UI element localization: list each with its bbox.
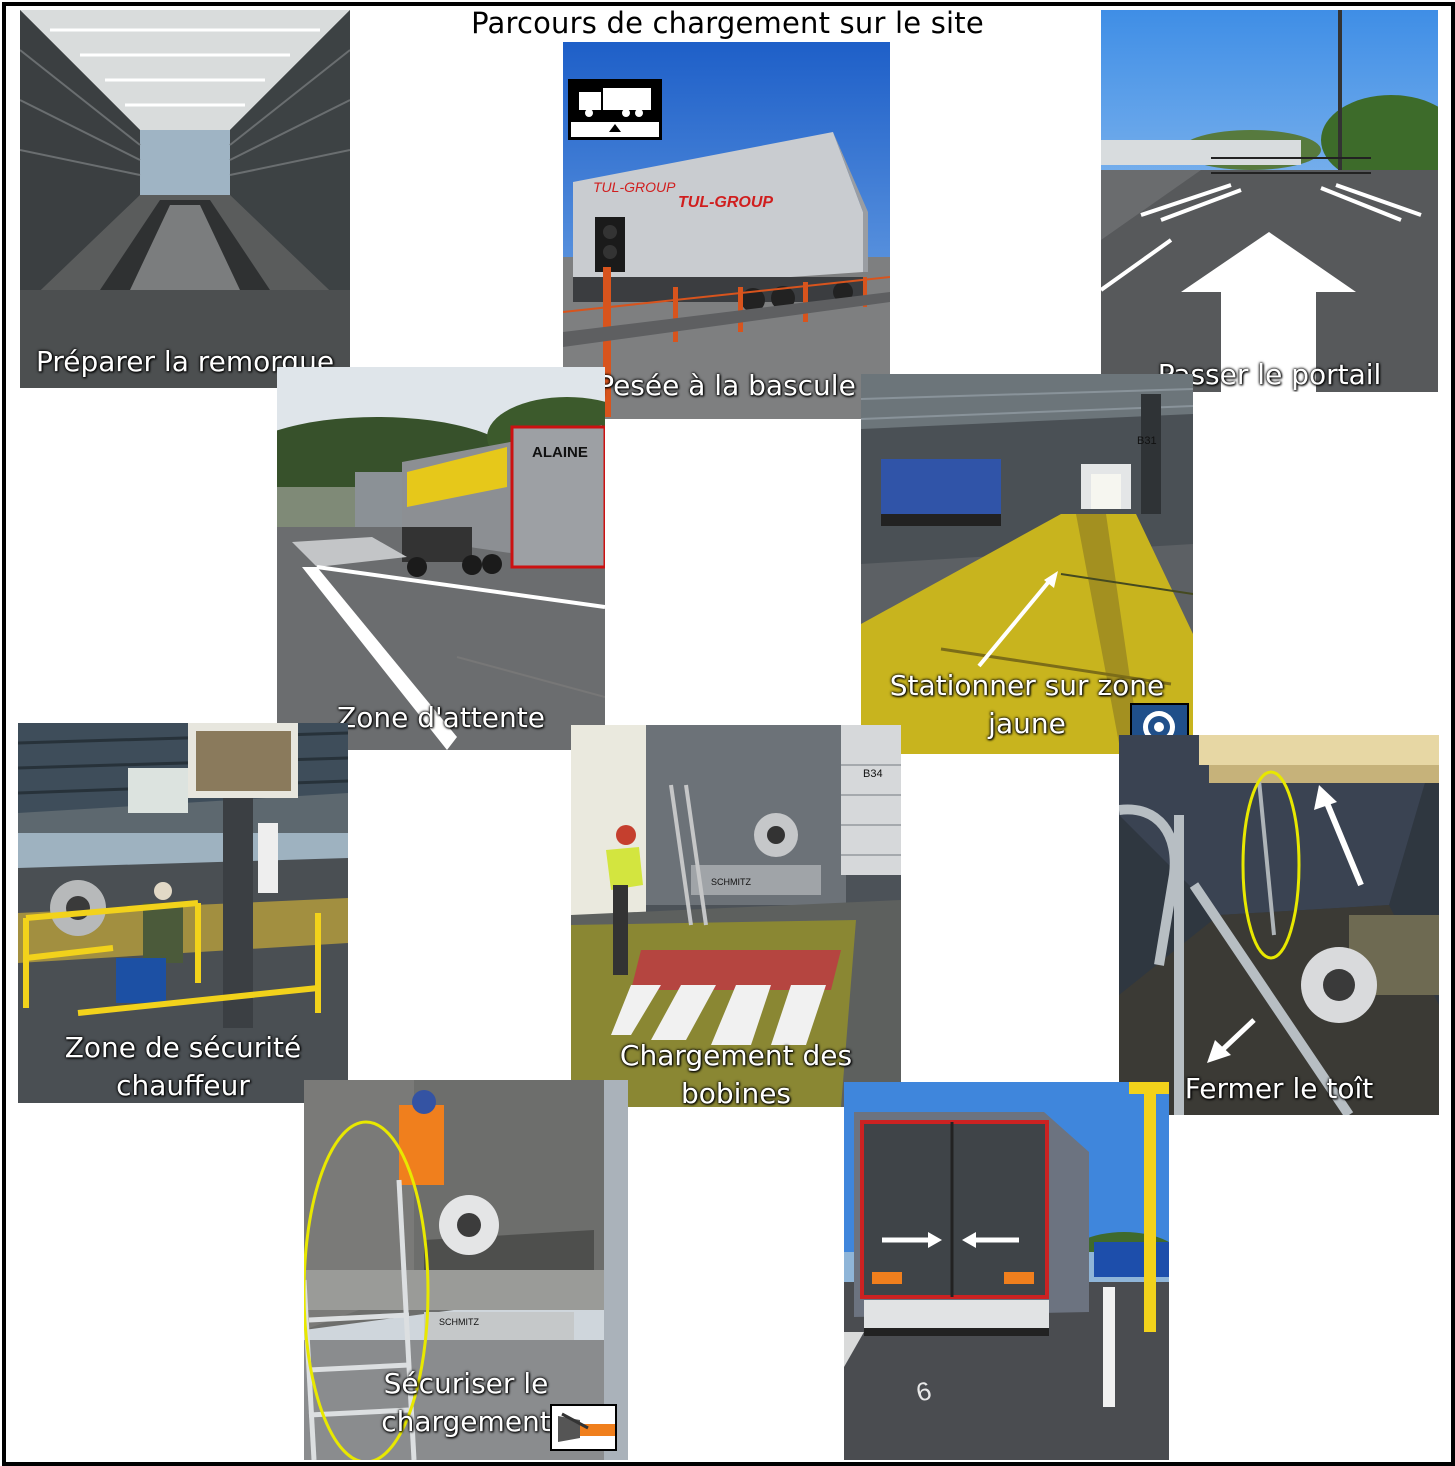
ratchet-strap-icon [550, 1404, 617, 1451]
truck-plate: SCHMITZ [711, 877, 751, 887]
truck-lettering: TUL-GROUP [593, 179, 676, 195]
weighbridge-icon [568, 79, 662, 140]
photo-stationner-zone-jaune: B31 Stationner sur zone jaune [861, 374, 1193, 754]
truck-lettering: ALAINE [532, 444, 588, 461]
caption-pesee: Pesée à la bascule [597, 369, 856, 402]
photo-preparer-remorque: Préparer la remorque [20, 10, 350, 388]
photo-zone-securite-chauffeur: Zone de sécurité chauffeur [18, 723, 348, 1103]
photo-pesee-bascule: TUL-GROUP TUL-GROUP Pesée à la bascule [563, 42, 890, 419]
caption-securite: Zone de sécurité chauffeur [64, 1031, 302, 1102]
photo-fermeture-portes: 6 [844, 1082, 1169, 1460]
photo-chargement-bobines: B34 SCHMITZ Chargement des bobines [571, 725, 901, 1107]
truck-plate: SCHMITZ [439, 1317, 479, 1327]
bay-sign: B34 [863, 768, 883, 780]
bay-sign: B31 [1137, 435, 1157, 447]
truck-lettering-large: TUL-GROUP [678, 194, 773, 211]
photo-fermer-toit: Fermer le toît [1119, 735, 1439, 1115]
photo-passer-portail: Passer le portail [1101, 10, 1438, 392]
photo-securiser-chargement: SCHMITZ Sécuriser le chargement [304, 1080, 628, 1460]
photo-zone-attente: ALAINE Zone d'attente [277, 367, 605, 750]
